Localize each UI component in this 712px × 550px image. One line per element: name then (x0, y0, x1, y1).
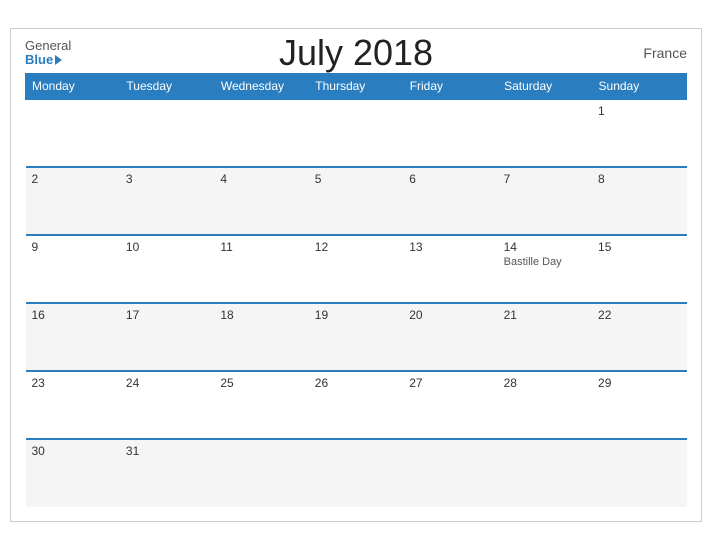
calendar-cell (498, 439, 592, 507)
col-header-sunday: Sunday (592, 74, 686, 100)
calendar-cell: 3 (120, 167, 214, 235)
logo-area: General Blue (25, 39, 71, 68)
day-number: 3 (126, 172, 208, 186)
calendar-cell: 19 (309, 303, 403, 371)
calendar-week-row: 1 (26, 99, 687, 167)
day-number: 22 (598, 308, 680, 322)
day-number: 31 (126, 444, 208, 458)
calendar-cell: 26 (309, 371, 403, 439)
day-number: 21 (504, 308, 586, 322)
col-header-saturday: Saturday (498, 74, 592, 100)
day-number: 7 (504, 172, 586, 186)
day-number: 26 (315, 376, 397, 390)
day-number: 19 (315, 308, 397, 322)
calendar-cell: 14 Bastille Day (498, 235, 592, 303)
day-number: 2 (32, 172, 114, 186)
calendar-week-row: 2345678 (26, 167, 687, 235)
day-number: 24 (126, 376, 208, 390)
calendar-cell: 2 (26, 167, 120, 235)
day-number: 5 (315, 172, 397, 186)
col-header-wednesday: Wednesday (214, 74, 308, 100)
calendar-cell (498, 99, 592, 167)
calendar-title: July 2018 (279, 32, 433, 74)
calendar-cell: 25 (214, 371, 308, 439)
day-number: 1 (598, 104, 680, 118)
day-number: 11 (220, 240, 302, 254)
day-number: 4 (220, 172, 302, 186)
day-number: 20 (409, 308, 491, 322)
col-header-monday: Monday (26, 74, 120, 100)
col-header-tuesday: Tuesday (120, 74, 214, 100)
calendar-cell: 27 (403, 371, 497, 439)
day-number: 28 (504, 376, 586, 390)
calendar-grid: MondayTuesdayWednesdayThursdayFridaySatu… (25, 73, 687, 507)
calendar-cell: 10 (120, 235, 214, 303)
calendar-cell (403, 99, 497, 167)
calendar-header: General Blue July 2018 France (25, 39, 687, 68)
calendar-cell: 31 (120, 439, 214, 507)
calendar-cell: 8 (592, 167, 686, 235)
calendar-cell: 16 (26, 303, 120, 371)
calendar-cell (592, 439, 686, 507)
day-number: 17 (126, 308, 208, 322)
calendar-cell: 5 (309, 167, 403, 235)
day-number: 9 (32, 240, 114, 254)
day-number: 10 (126, 240, 208, 254)
day-number: 30 (32, 444, 114, 458)
logo-blue-text: Blue (25, 53, 53, 67)
logo-general-text: General (25, 39, 71, 53)
calendar-week-row: 16 17 18 19 20 21 22 (26, 303, 687, 371)
day-number: 25 (220, 376, 302, 390)
calendar-cell (214, 99, 308, 167)
calendar-body: 1234567891011121314Bastille Day151617181… (26, 99, 687, 507)
calendar-cell: 18 (214, 303, 308, 371)
event-label: Bastille Day (504, 256, 586, 268)
calendar-cell: 4 (214, 167, 308, 235)
calendar-cell: 24 (120, 371, 214, 439)
calendar-week-row: 30 31 (26, 439, 687, 507)
calendar-cell: 22 (592, 303, 686, 371)
calendar-cell (403, 439, 497, 507)
calendar-week-row: 9 10 11 12 13 14 Bastille Day 15 (26, 235, 687, 303)
calendar-cell: 17 (120, 303, 214, 371)
day-number: 12 (315, 240, 397, 254)
calendar-cell: 20 (403, 303, 497, 371)
calendar-cell: 9 (26, 235, 120, 303)
calendar-cell: 28 (498, 371, 592, 439)
calendar-week-row: 23 24 25 26 27 28 29 (26, 371, 687, 439)
day-number: 18 (220, 308, 302, 322)
day-number: 15 (598, 240, 680, 254)
calendar-cell: 23 (26, 371, 120, 439)
calendar-cell (26, 99, 120, 167)
calendar-cell: 1 (592, 99, 686, 167)
calendar-cell: 6 (403, 167, 497, 235)
calendar-cell (309, 439, 403, 507)
calendar-cell (309, 99, 403, 167)
calendar-cell: 13 (403, 235, 497, 303)
calendar-cell: 29 (592, 371, 686, 439)
day-number: 29 (598, 376, 680, 390)
day-number: 8 (598, 172, 680, 186)
day-number: 14 (504, 240, 586, 254)
calendar-cell (214, 439, 308, 507)
calendar-cell: 30 (26, 439, 120, 507)
calendar-cell: 12 (309, 235, 403, 303)
calendar-header-row: MondayTuesdayWednesdayThursdayFridaySatu… (26, 74, 687, 100)
day-number: 27 (409, 376, 491, 390)
calendar-cell: 7 (498, 167, 592, 235)
calendar-cell: 21 (498, 303, 592, 371)
calendar-cell: 11 (214, 235, 308, 303)
country-label: France (643, 45, 687, 61)
logo-triangle-icon (55, 55, 62, 65)
day-number: 23 (32, 376, 114, 390)
calendar-cell: 15 (592, 235, 686, 303)
day-number: 6 (409, 172, 491, 186)
calendar-wrapper: General Blue July 2018 France MondayTues… (10, 28, 702, 523)
calendar-cell (120, 99, 214, 167)
col-header-thursday: Thursday (309, 74, 403, 100)
day-number: 13 (409, 240, 491, 254)
col-header-friday: Friday (403, 74, 497, 100)
day-number: 16 (32, 308, 114, 322)
